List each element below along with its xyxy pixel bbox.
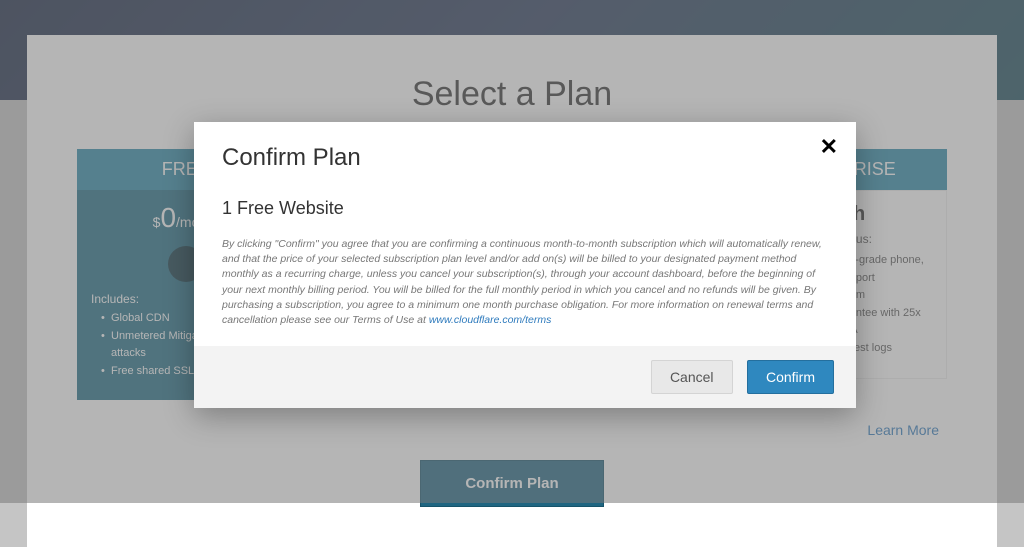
terms-link[interactable]: www.cloudflare.com/terms [429, 314, 552, 326]
terms-body: By clicking "Confirm" you agree that you… [222, 238, 822, 326]
modal-subtitle: 1 Free Website [222, 198, 828, 219]
confirm-button[interactable]: Confirm [747, 360, 834, 394]
modal-footer: Cancel Confirm [194, 346, 856, 408]
close-icon[interactable]: ✕ [820, 136, 838, 158]
modal-terms-text: By clicking "Confirm" you agree that you… [222, 237, 828, 328]
cancel-button[interactable]: Cancel [651, 360, 733, 394]
confirm-plan-modal: ✕ Confirm Plan 1 Free Website By clickin… [194, 122, 856, 408]
modal-title: Confirm Plan [222, 144, 828, 172]
modal-body: ✕ Confirm Plan 1 Free Website By clickin… [194, 122, 856, 346]
